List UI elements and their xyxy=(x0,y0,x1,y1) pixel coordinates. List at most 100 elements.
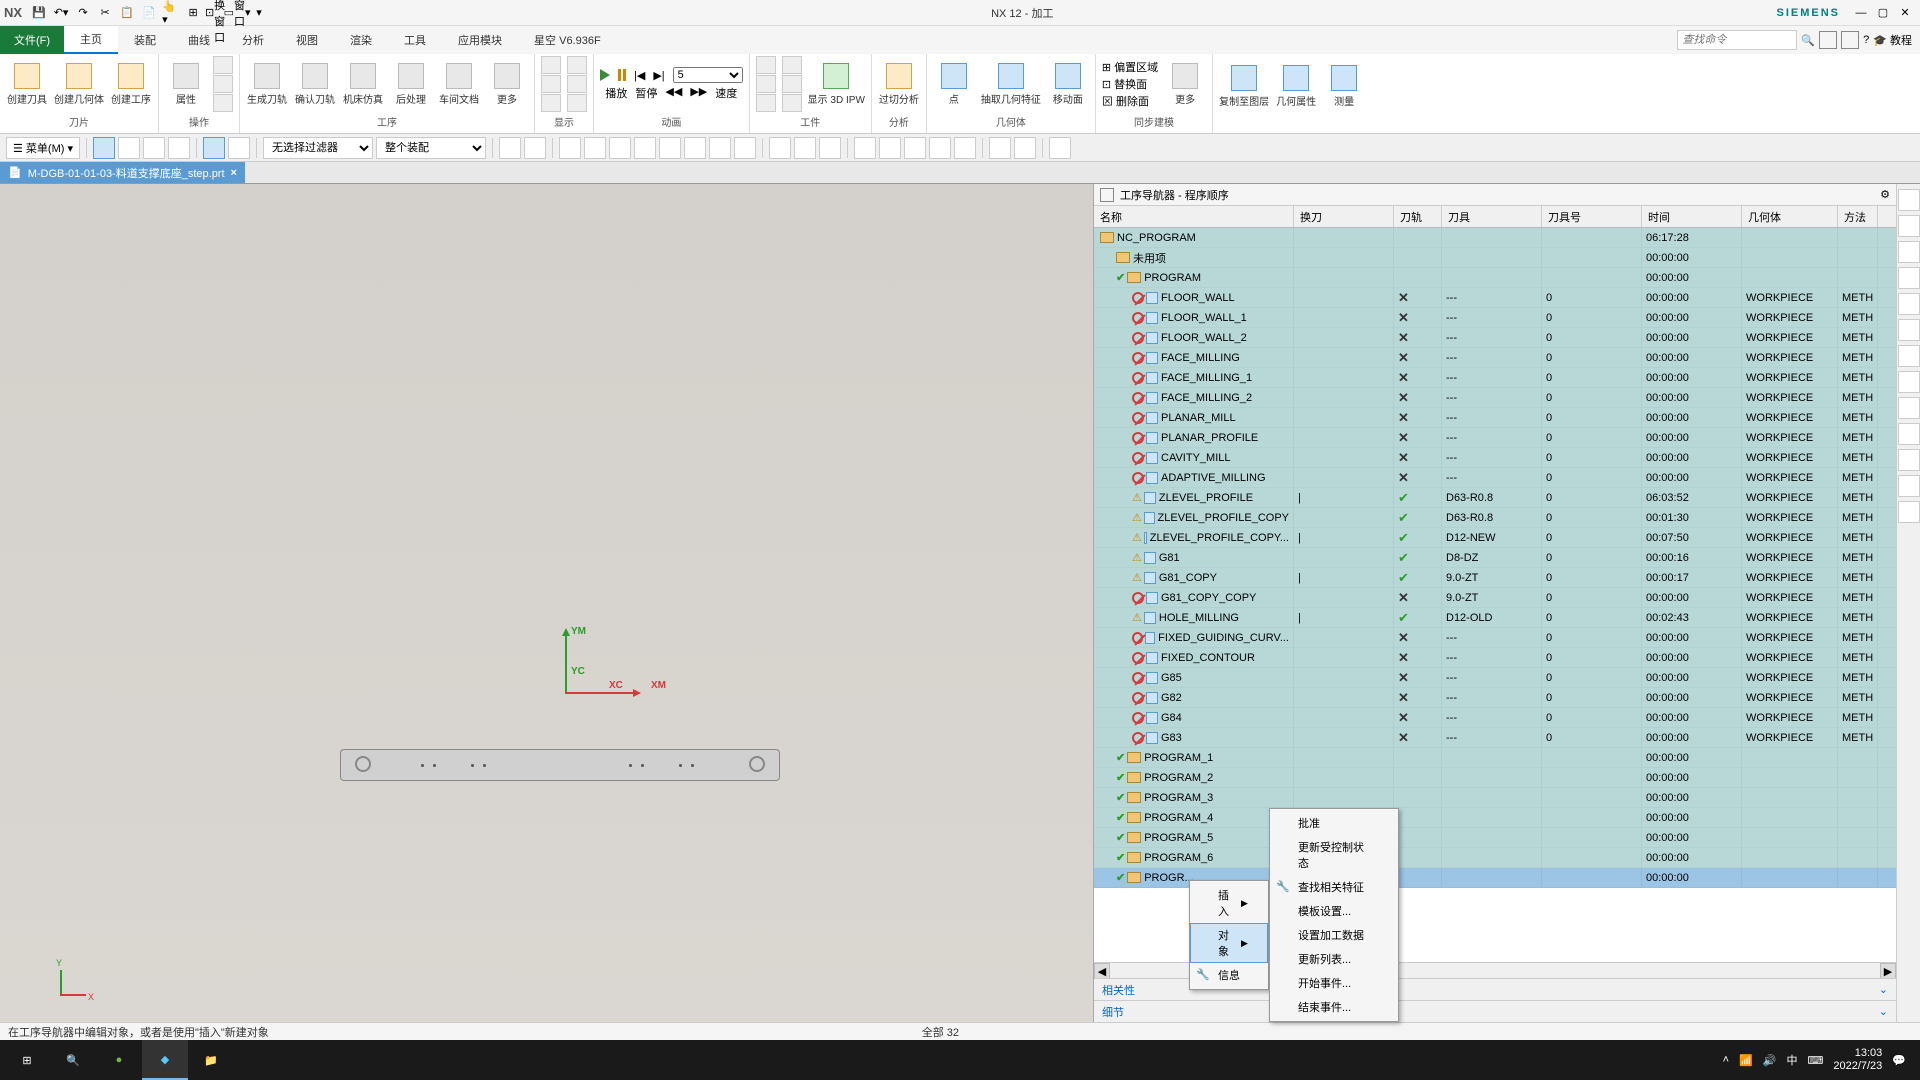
res-5[interactable] xyxy=(1898,293,1920,315)
search-icon[interactable]: 🔍 xyxy=(1801,34,1815,47)
disp-4[interactable] xyxy=(567,56,587,74)
移动面-button[interactable]: 移动面 xyxy=(1047,63,1089,106)
ctx-开始事件...[interactable]: 开始事件... xyxy=(1270,971,1398,995)
nav-row[interactable]: ADAPTIVE_MILLING✕---000:00:00WORKPIECEME… xyxy=(1094,468,1896,488)
qat-overflow[interactable]: ▾ xyxy=(250,4,268,22)
wifi-icon[interactable]: 📶 xyxy=(1739,1054,1753,1067)
nav-row[interactable]: FLOOR_WALL✕---000:00:00WORKPIECEMETH xyxy=(1094,288,1896,308)
nav-row[interactable]: G84✕---000:00:00WORKPIECEMETH xyxy=(1094,708,1896,728)
res-12[interactable] xyxy=(1898,475,1920,497)
nav-row[interactable]: ✔PROGRAM_400:00:00 xyxy=(1094,808,1896,828)
clock[interactable]: 13:03 2022/7/23 xyxy=(1833,1047,1882,1073)
创建工序-button[interactable]: 创建工序 xyxy=(110,63,152,106)
res-4[interactable] xyxy=(1898,267,1920,289)
nav-settings-icon[interactable]: ⚙ xyxy=(1880,188,1890,201)
nav-row[interactable]: ⚠HOLE_MILLING|✔D12-OLD000:02:43WORKPIECE… xyxy=(1094,608,1896,628)
undo-icon[interactable]: ↶▾ xyxy=(52,4,70,22)
tab-渲染[interactable]: 渲染 xyxy=(334,26,388,54)
column-header-名称[interactable]: 名称 xyxy=(1094,206,1294,227)
sel-mode-1[interactable] xyxy=(93,137,115,159)
nav-row[interactable]: FIXED_GUIDING_CURV...✕---000:00:00WORKPI… xyxy=(1094,628,1896,648)
column-header-方法[interactable]: 方法 xyxy=(1838,206,1878,227)
res-6[interactable] xyxy=(1898,319,1920,341)
notification-icon[interactable]: 💬 xyxy=(1892,1054,1906,1067)
paste-icon[interactable]: 📄 xyxy=(140,4,158,22)
sel-mode-6[interactable] xyxy=(228,137,250,159)
ffwd-icon[interactable]: ▶▶ xyxy=(690,85,707,101)
tb-t[interactable] xyxy=(1014,137,1036,159)
layout1-icon[interactable] xyxy=(1819,31,1837,49)
step-fwd-icon[interactable]: ▶| xyxy=(653,69,664,82)
scroll-left-button[interactable]: ◀ xyxy=(1094,963,1110,979)
机床仿真-button[interactable]: 机床仿真 xyxy=(342,63,384,106)
nav-row[interactable]: ⚠ZLEVEL_PROFILE_COPY...|✔D12-NEW000:07:5… xyxy=(1094,528,1896,548)
tb-l[interactable] xyxy=(794,137,816,159)
nav-row[interactable]: G81_COPY_COPY✕9.0-ZT000:00:00WORKPIECEME… xyxy=(1094,588,1896,608)
disp-1[interactable] xyxy=(541,56,561,74)
tb-k[interactable] xyxy=(769,137,791,159)
res-8[interactable] xyxy=(1898,371,1920,393)
op-small-2[interactable] xyxy=(213,75,233,93)
offset-region-button[interactable]: ⊞ 偏置区域 xyxy=(1102,59,1158,75)
nav-row[interactable]: PLANAR_MILL✕---000:00:00WORKPIECEMETH xyxy=(1094,408,1896,428)
op-small-1[interactable] xyxy=(213,56,233,74)
start-button[interactable]: ⊞ xyxy=(4,1040,50,1080)
window-menu-button[interactable]: ▭ 窗口 ▾ xyxy=(228,4,246,22)
tb-p[interactable] xyxy=(904,137,926,159)
tb-s[interactable] xyxy=(989,137,1011,159)
save-icon[interactable]: 💾 xyxy=(30,4,48,22)
nav-row[interactable]: NC_PROGRAM06:17:28 xyxy=(1094,228,1896,248)
disp-3[interactable] xyxy=(541,94,561,112)
ctx-结束事件...[interactable]: 结束事件... xyxy=(1270,995,1398,1019)
ctx-查找相关特征[interactable]: 🔧查找相关特征 xyxy=(1270,875,1398,899)
speed-select[interactable]: 5 xyxy=(673,67,743,83)
layout2-icon[interactable] xyxy=(1841,31,1859,49)
tb-n[interactable] xyxy=(854,137,876,159)
nav-row[interactable]: FACE_MILLING✕---000:00:00WORKPIECEMETH xyxy=(1094,348,1896,368)
nav-row[interactable]: CAVITY_MILL✕---000:00:00WORKPIECEMETH xyxy=(1094,448,1896,468)
tb-q[interactable] xyxy=(929,137,951,159)
play-button[interactable] xyxy=(600,69,610,81)
pause-button[interactable] xyxy=(618,69,626,81)
column-header-换刀[interactable]: 换刀 xyxy=(1294,206,1394,227)
tab-曲线[interactable]: 曲线 xyxy=(172,26,226,54)
wp-4[interactable] xyxy=(782,56,802,74)
column-header-刀轨[interactable]: 刀轨 xyxy=(1394,206,1442,227)
sel-mode-2[interactable] xyxy=(118,137,140,159)
nav-row[interactable]: ✔PROGRAM_100:00:00 xyxy=(1094,748,1896,768)
nav-row[interactable]: ✔PROGRAM00:00:00 xyxy=(1094,268,1896,288)
tb-b[interactable] xyxy=(524,137,546,159)
ctx-更新列表...[interactable]: 更新列表... xyxy=(1270,947,1398,971)
tb-g[interactable] xyxy=(659,137,681,159)
help-icon[interactable]: ? xyxy=(1863,34,1869,46)
nav-row[interactable]: ✔PROGRAM_600:00:00 xyxy=(1094,848,1896,868)
wp-2[interactable] xyxy=(756,75,776,93)
step-back-icon[interactable]: |◀ xyxy=(634,69,645,82)
tb-f[interactable] xyxy=(634,137,656,159)
创建刀具-button[interactable]: 创建刀具 xyxy=(6,63,48,106)
properties-button[interactable]: 属性 xyxy=(165,63,207,106)
wp-3[interactable] xyxy=(756,94,776,112)
tab-工具[interactable]: 工具 xyxy=(388,26,442,54)
nav-row[interactable]: ⚠ZLEVEL_PROFILE|✔D63-R0.8006:03:52WORKPI… xyxy=(1094,488,1896,508)
nav-row[interactable]: FIXED_CONTOUR✕---000:00:00WORKPIECEMETH xyxy=(1094,648,1896,668)
command-search-input[interactable] xyxy=(1677,30,1797,50)
delete-face-button[interactable]: ⊠ 删除面 xyxy=(1102,93,1158,109)
minimize-button[interactable]: — xyxy=(1850,4,1872,22)
document-tab[interactable]: 📄 M-DGB-01-01-03-料道支撑底座_step.prt × xyxy=(0,162,245,183)
tab-主页[interactable]: 主页 xyxy=(64,26,118,54)
app-browser[interactable]: ● xyxy=(96,1040,142,1080)
column-header-时间[interactable]: 时间 xyxy=(1642,206,1742,227)
确认刀轨-button[interactable]: 确认刀轨 xyxy=(294,63,336,106)
wp-6[interactable] xyxy=(782,94,802,112)
column-header-刀具号[interactable]: 刀具号 xyxy=(1542,206,1642,227)
ctx-设置加工数据[interactable]: 设置加工数据 xyxy=(1270,923,1398,947)
nav-row[interactable]: ⚠G81✔D8-DZ000:00:16WORKPIECEMETH xyxy=(1094,548,1896,568)
nav-row[interactable]: FLOOR_WALL_1✕---000:00:00WORKPIECEMETH xyxy=(1094,308,1896,328)
nav-row[interactable]: FACE_MILLING_1✕---000:00:00WORKPIECEMETH xyxy=(1094,368,1896,388)
touch-icon[interactable]: 👆▾ xyxy=(162,4,180,22)
nav-row[interactable]: FACE_MILLING_2✕---000:00:00WORKPIECEMETH xyxy=(1094,388,1896,408)
copy-icon[interactable]: 📋 xyxy=(118,4,136,22)
close-button[interactable]: ✕ xyxy=(1894,4,1916,22)
menu-dropdown-button[interactable]: ☰ 菜单(M) ▾ xyxy=(6,137,80,159)
